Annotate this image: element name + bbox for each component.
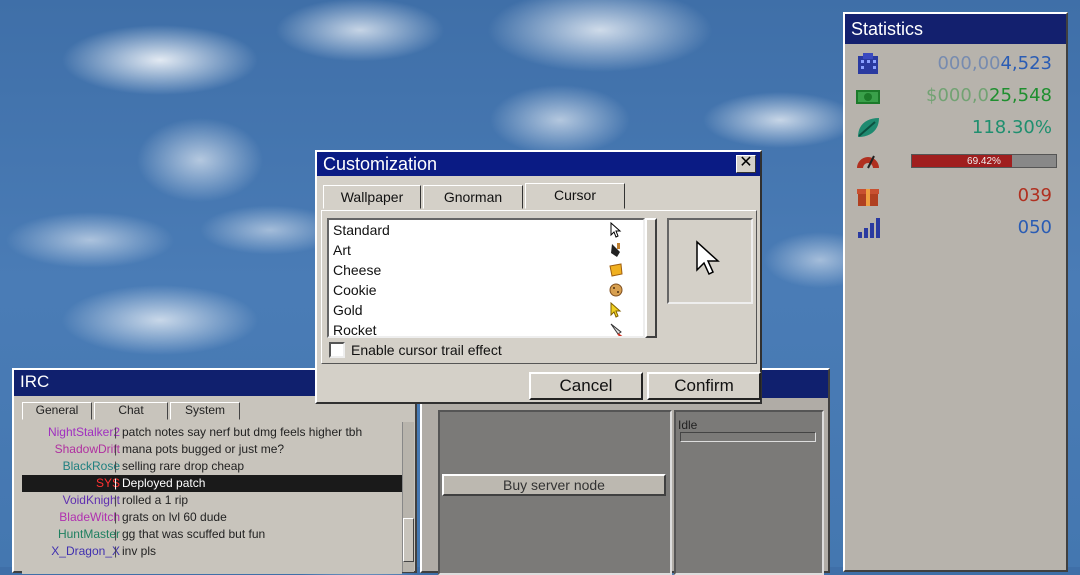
list-item-label: Gold bbox=[333, 302, 363, 318]
stat-value: 050 bbox=[1017, 217, 1052, 238]
list-item: BlackRose | selling rare drop cheap bbox=[22, 458, 402, 475]
list-item-label: Cheese bbox=[333, 262, 382, 278]
irc-message: patch notes say nerf but dmg feels highe… bbox=[122, 425, 363, 439]
gold-cursor-icon bbox=[610, 302, 622, 318]
cursor-preview bbox=[667, 218, 753, 304]
art-cursor-icon bbox=[611, 243, 620, 257]
gift-icon bbox=[857, 189, 879, 206]
close-button[interactable]: ✕ bbox=[736, 155, 756, 173]
list-item-label: Standard bbox=[333, 222, 390, 238]
stat-value: 039 bbox=[1017, 185, 1052, 206]
stat-row-money: $000,025,548 bbox=[845, 82, 1066, 112]
irc-separator: | bbox=[114, 425, 118, 439]
irc-nick[interactable]: ShadowDrift bbox=[55, 441, 120, 458]
cursor-trail-label: Enable cursor trail effect bbox=[351, 342, 502, 358]
irc-message: mana pots bugged or just me? bbox=[122, 442, 285, 456]
load-progress-text: 69.42% bbox=[967, 156, 1001, 167]
irc-nick[interactable]: BladeWitch bbox=[59, 509, 120, 526]
cookie-cursor-icon bbox=[609, 283, 623, 297]
cursor-list-scrollbar[interactable] bbox=[645, 218, 657, 338]
cursor-preview-icon bbox=[696, 240, 720, 276]
stat-value: 25,548 bbox=[989, 85, 1052, 106]
irc-separator: | bbox=[114, 527, 118, 541]
leaf-icon bbox=[858, 118, 879, 137]
irc-scroll-thumb[interactable] bbox=[403, 518, 414, 562]
irc-nick[interactable]: BlackRose bbox=[63, 458, 120, 475]
tab-gnorman[interactable]: Gnorman bbox=[423, 185, 523, 209]
irc-nick[interactable]: HuntMaster bbox=[58, 526, 120, 543]
list-item: VoidKnight | rolled a 1 rip bbox=[22, 492, 402, 509]
tab-cursor[interactable]: Cursor bbox=[525, 183, 625, 209]
list-item[interactable]: Gold bbox=[333, 300, 633, 320]
irc-message: gg that was scuffed but fun bbox=[122, 527, 266, 541]
irc-scrollbar[interactable] bbox=[402, 422, 414, 572]
stat-row-buildings: 000,004,523 bbox=[845, 50, 1066, 80]
irc-separator: | bbox=[114, 476, 118, 490]
cursor-trail-checkbox[interactable] bbox=[329, 342, 345, 358]
irc-message: grats on lvl 60 dude bbox=[122, 510, 227, 524]
stat-prefix: $000,0 bbox=[926, 85, 990, 106]
list-item-label: Art bbox=[333, 242, 351, 258]
list-item: ShadowDrift | mana pots bugged or just me? bbox=[22, 441, 402, 458]
irc-separator: | bbox=[114, 493, 118, 507]
tab-wallpaper[interactable]: Wallpaper bbox=[323, 185, 421, 209]
irc-separator: | bbox=[114, 544, 118, 558]
buy-server-node-button[interactable]: Buy server node bbox=[442, 474, 666, 496]
cursor-list: Standard Art Cheese Cookie Gold Rocket bbox=[327, 218, 645, 338]
idle-status-label: Idle bbox=[678, 418, 698, 432]
stat-value: 118.30% bbox=[971, 117, 1052, 138]
confirm-button[interactable]: Confirm bbox=[647, 372, 761, 400]
list-item: NightStalker2 | patch notes say nerf but d… bbox=[22, 424, 402, 441]
statistics-title: Statistics bbox=[845, 14, 1066, 44]
building-icon bbox=[858, 53, 878, 74]
money-icon bbox=[856, 90, 880, 104]
idle-progress-box bbox=[680, 432, 816, 442]
irc-message: Deployed patch bbox=[122, 476, 206, 490]
tab-chat[interactable]: Chat bbox=[94, 402, 168, 420]
list-item: SYS | Deployed patch bbox=[22, 475, 402, 492]
irc-separator: | bbox=[114, 442, 118, 456]
irc-message: selling rare drop cheap bbox=[122, 459, 245, 473]
irc-message-log: NightStalker2 | patch notes say nerf but d… bbox=[22, 424, 402, 574]
stat-value: 4,523 bbox=[1000, 53, 1052, 74]
signal-icon bbox=[858, 218, 880, 238]
customization-title-text: Customization bbox=[323, 154, 438, 174]
list-item: HuntMaster | gg that was scuffed but fun bbox=[22, 526, 402, 543]
stat-prefix: 000,00 bbox=[937, 53, 1001, 74]
list-item[interactable]: Standard bbox=[333, 220, 633, 240]
gauge-icon bbox=[857, 155, 879, 169]
irc-nick[interactable]: NightStalker2 bbox=[48, 424, 120, 441]
stat-row-efficiency: 118.30% bbox=[845, 114, 1066, 144]
cancel-button[interactable]: Cancel bbox=[529, 372, 643, 400]
list-item[interactable]: Cheese bbox=[333, 260, 633, 280]
customization-title: Customization ✕ bbox=[317, 152, 760, 176]
standard-cursor-icon bbox=[610, 222, 622, 238]
stat-row-load: 69.42% bbox=[845, 146, 1066, 176]
list-item-label: Rocket bbox=[333, 322, 377, 338]
list-item[interactable]: Art bbox=[333, 240, 633, 260]
irc-separator: | bbox=[114, 459, 118, 473]
list-item[interactable]: Rocket bbox=[333, 320, 633, 338]
rocket-cursor-icon bbox=[610, 323, 623, 336]
irc-message: rolled a 1 rip bbox=[122, 493, 189, 507]
statistics-window: Statistics 000,004,523 $000,025,548 118.… bbox=[843, 12, 1068, 572]
irc-message: inv pls bbox=[122, 544, 157, 558]
list-item: BladeWitch | grats on lvl 60 dude bbox=[22, 509, 402, 526]
irc-nick[interactable]: VoidKnight bbox=[63, 492, 120, 509]
irc-separator: | bbox=[114, 510, 118, 524]
stat-row-signal: 050 bbox=[845, 214, 1066, 244]
customization-dialog: Customization ✕ Wallpaper Gnorman Cursor… bbox=[315, 150, 762, 404]
tab-system[interactable]: System bbox=[170, 402, 240, 420]
tab-general[interactable]: General bbox=[22, 402, 92, 420]
load-progress-bar: 69.42% bbox=[911, 154, 1057, 168]
irc-nick[interactable]: X_Dragon_X bbox=[51, 543, 120, 560]
cheese-cursor-icon bbox=[609, 263, 623, 277]
list-item: X_Dragon_X | inv pls bbox=[22, 543, 402, 560]
list-item-label: Cookie bbox=[333, 282, 377, 298]
stat-row-gifts: 039 bbox=[845, 182, 1066, 212]
list-item[interactable]: Cookie bbox=[333, 280, 633, 300]
